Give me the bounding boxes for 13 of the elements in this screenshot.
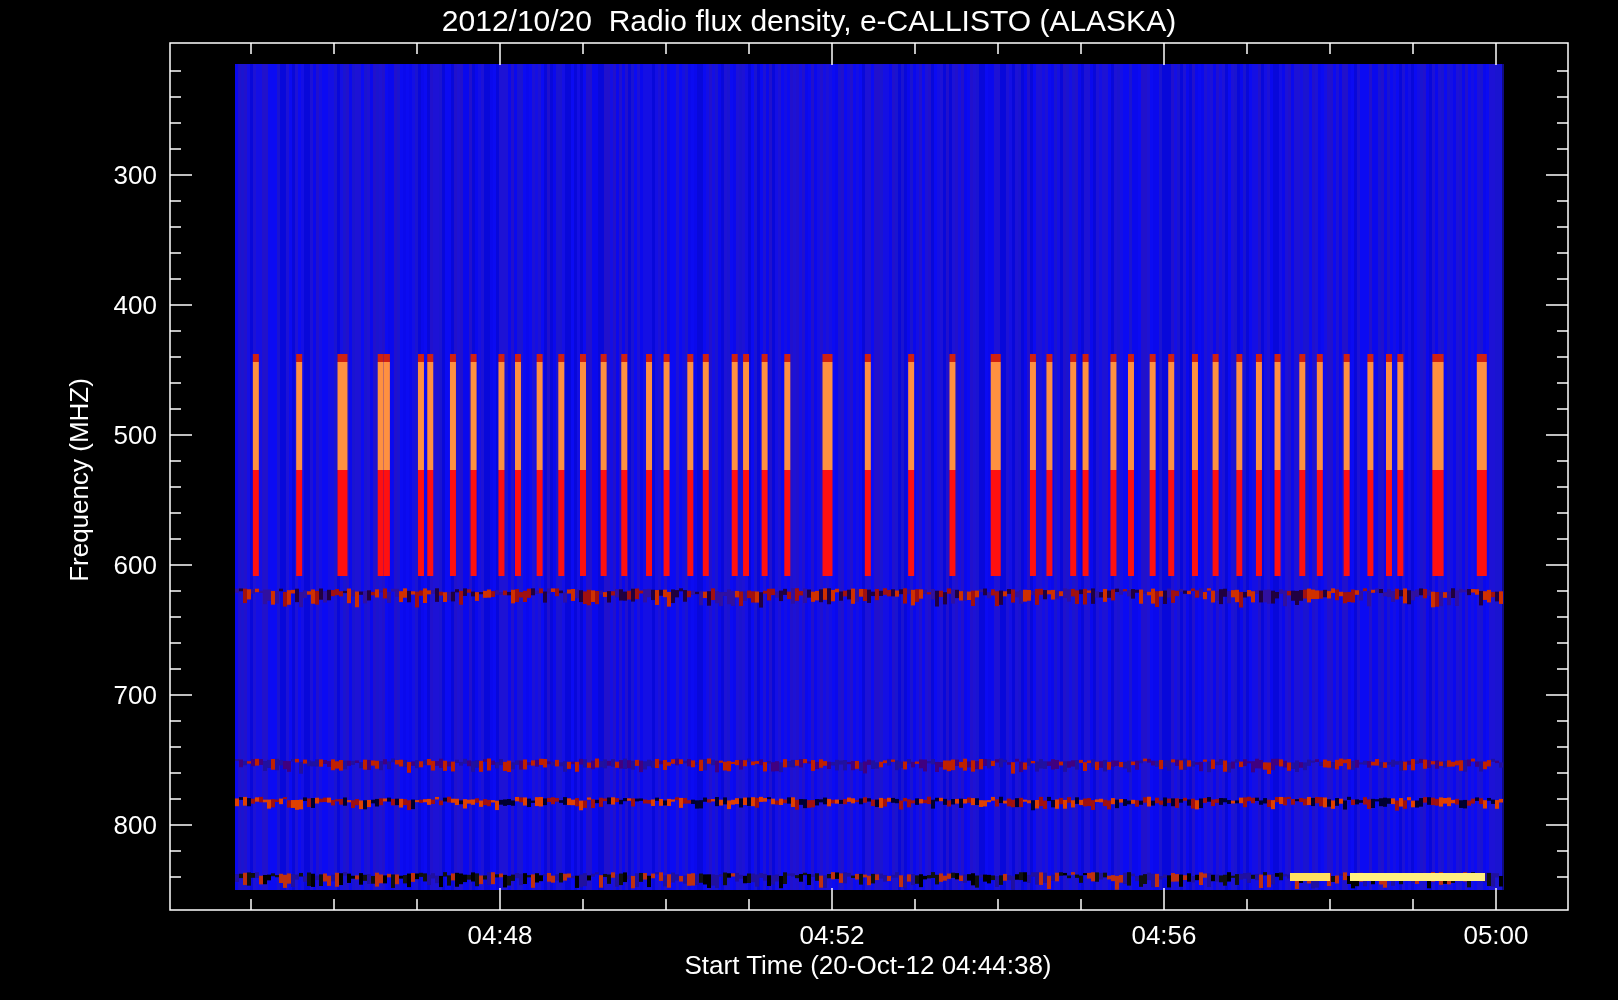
x-tick-label: 05:00: [1463, 920, 1529, 950]
x-tick-label: 04:48: [467, 920, 533, 950]
y-tick-label: 700: [113, 680, 157, 710]
y-tick-label: 600: [113, 550, 157, 580]
y-tick-label: 400: [113, 290, 157, 320]
y-axis-label: Frequency (MHZ): [64, 378, 94, 582]
x-tick-label: 04:52: [799, 920, 865, 950]
y-tick-label: 500: [113, 420, 157, 450]
y-tick-label: 300: [113, 160, 157, 190]
x-axis-label: Start Time (20-Oct-12 04:44:38): [684, 950, 1052, 980]
y-tick-label: 800: [113, 810, 157, 840]
chart-title: 2012/10/20 Radio flux density, e-CALLISTO (ALASKA): [441, 4, 1177, 37]
x-tick-label: 04:56: [1131, 920, 1197, 950]
